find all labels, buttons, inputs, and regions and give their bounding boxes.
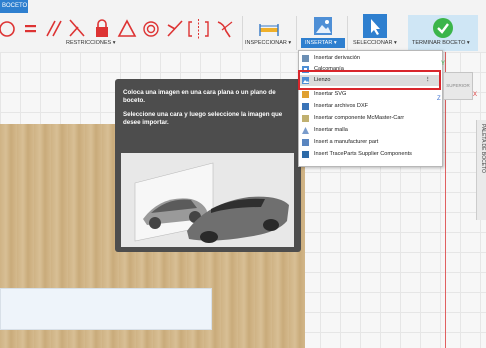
lock-icon[interactable] (96, 19, 108, 37)
concentric-icon[interactable] (143, 21, 159, 37)
axis-x-label: X (473, 92, 478, 98)
menu-item-traceparts[interactable]: Insert TraceParts Supplier Components (299, 149, 440, 160)
triangle-icon[interactable] (117, 19, 137, 37)
symmetry-icon[interactable] (188, 19, 209, 39)
check-icon[interactable] (432, 17, 454, 39)
viewcube-face-label: SUPERIOR (446, 83, 470, 88)
insert-image-icon[interactable] (313, 16, 333, 36)
axis-y-label: Y (441, 61, 446, 67)
sketch-palette-tab[interactable]: PALETA DE BOCETO (476, 120, 486, 220)
traceparts-icon (302, 151, 309, 158)
menu-item-insertar-malla[interactable]: Insertar malla (299, 125, 440, 136)
mesh-icon (302, 127, 309, 134)
toolbar: BOCETO RESTRICCIONES ▾ INSPECCIONAR ▾ IN… (0, 0, 486, 53)
canvas-image-panel (0, 288, 212, 330)
equal-icon[interactable] (25, 25, 36, 33)
sketch-palette-label: PALETA DE BOCETO (480, 124, 486, 173)
tooltip-instructions: Seleccione una cara y luego seleccione l… (123, 111, 283, 126)
svg-icon (302, 91, 309, 98)
parallel-icon[interactable] (46, 20, 62, 37)
dxf-icon (302, 103, 309, 110)
curvature-icon[interactable] (217, 21, 233, 38)
seleccionar-menu[interactable]: SELECCIONAR ▾ (353, 40, 397, 46)
menu-item-insertar-svg[interactable]: Insertar SVG (299, 89, 440, 100)
inspeccionar-menu[interactable]: INSPECCIONAR ▾ (245, 40, 291, 46)
insertar-dropdown: Insertar derivación Calcomanía Lienzo ⋮ … (298, 50, 443, 167)
mcmaster-icon (302, 115, 309, 122)
viewcube[interactable]: SUPERIOR (443, 72, 473, 100)
measure-icon[interactable] (258, 18, 280, 38)
midpoint-icon[interactable] (167, 20, 183, 37)
constraints-icons (0, 19, 233, 39)
tab-boceto[interactable]: BOCETO (0, 0, 28, 13)
separator (347, 16, 348, 50)
perpendicular-icon[interactable] (69, 19, 85, 37)
separator (296, 16, 297, 50)
menu-item-mcmaster-carr[interactable]: Insertar componente McMaster-Carr (299, 113, 440, 124)
lienzo-highlight-box (298, 70, 441, 90)
derive-icon (302, 55, 309, 62)
tooltip-description: Coloca una imagen en una cara plana o un… (123, 89, 276, 104)
separator (242, 16, 243, 50)
terminar-boceto-menu[interactable]: TERMINAR BOCETO ▾ (412, 40, 470, 46)
axis-z-label: Z (437, 96, 441, 102)
menu-item-manufacturer-part[interactable]: Insert a manufacturer part (299, 137, 440, 148)
insertar-menu[interactable]: INSERTAR ▾ (305, 40, 337, 46)
menu-item-insertar-dxf[interactable]: Insertar archivos DXF (299, 101, 440, 112)
manufacturer-icon (302, 139, 309, 146)
menu-item-insertar-derivacion[interactable]: Insertar derivación (299, 53, 440, 64)
canvas-tooltip: Coloca una imagen en una cara plana o un… (115, 79, 301, 252)
select-icon[interactable] (363, 14, 387, 38)
restricciones-menu[interactable]: RESTRICCIONES ▾ (66, 40, 116, 46)
tooltip-illustration (121, 153, 294, 247)
circle-icon[interactable] (0, 21, 15, 37)
